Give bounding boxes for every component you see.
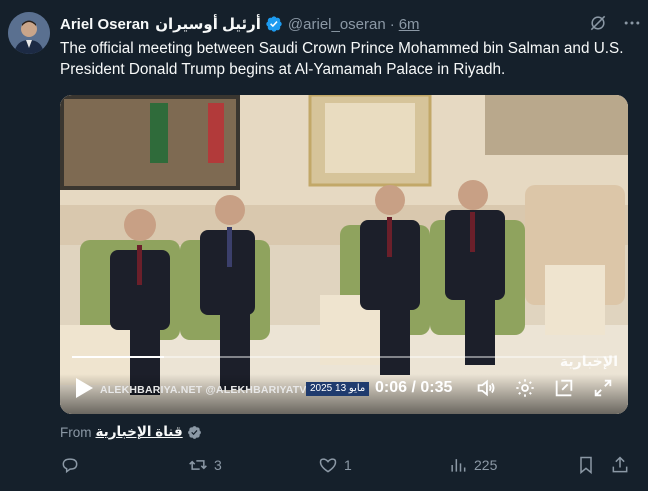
video-progress-bar[interactable] <box>72 356 616 358</box>
reply-icon <box>62 458 78 474</box>
avatar[interactable] <box>8 12 50 54</box>
fullscreen-icon[interactable] <box>592 377 614 399</box>
author-handle[interactable]: @ariel_oseran <box>288 16 386 33</box>
top-actions <box>588 13 642 33</box>
views-button[interactable]: 225 <box>448 455 497 475</box>
play-icon <box>76 378 93 398</box>
watermark-date: 2025 مايو 13 <box>306 382 370 396</box>
like-button[interactable]: 1 <box>318 455 352 475</box>
verified-badge-icon <box>265 15 283 33</box>
video-frame <box>60 95 628 414</box>
watermark-text: ALEKHBARIYA.NET @ALEKHBARIYATV <box>100 384 307 396</box>
bookmark-button[interactable] <box>576 455 596 475</box>
share-button[interactable] <box>610 455 630 475</box>
video-player[interactable]: الإخبارية ALEKHBARIYA.NET @ALEKHBARIYATV… <box>60 95 628 414</box>
video-time: 0:06 / 0:35 <box>375 379 452 397</box>
duration: 0:35 <box>420 379 453 396</box>
separator-dot: · <box>389 15 395 33</box>
volume-icon[interactable] <box>475 377 497 399</box>
retweet-icon <box>189 460 207 470</box>
grok-icon[interactable] <box>588 13 608 33</box>
retweet-button[interactable]: 3 <box>188 455 222 475</box>
views-count: 225 <box>474 457 498 473</box>
tweet-text: The official meeting between Saudi Crown… <box>60 40 624 78</box>
bookmark-icon <box>580 456 592 475</box>
channel-logo: الإخبارية <box>559 353 618 369</box>
current-time: 0:06 <box>375 379 408 396</box>
tweet-actions: 3 1 225 <box>60 455 636 479</box>
avatar-image <box>8 12 50 54</box>
views-chart-icon <box>451 459 466 472</box>
time-separator: / <box>411 379 416 396</box>
video-source: From قناة الإخبارية <box>60 424 202 440</box>
source-verified-icon <box>187 425 201 439</box>
video-progress-fill <box>72 356 165 358</box>
tweet-header: Ariel Oseran أرئيل أوسيران @ariel_oseran… <box>60 13 636 35</box>
settings-gear-icon[interactable] <box>514 377 536 399</box>
source-name[interactable]: قناة الإخبارية <box>96 424 183 440</box>
reply-button[interactable] <box>60 455 86 475</box>
play-button[interactable] <box>74 377 94 399</box>
heart-icon <box>319 458 337 473</box>
timestamp[interactable]: 6m <box>399 16 420 33</box>
pip-icon[interactable] <box>553 377 575 399</box>
retweet-count: 3 <box>214 457 222 473</box>
share-icon <box>612 456 628 473</box>
author-name[interactable]: Ariel Oseran <box>60 16 149 33</box>
like-count: 1 <box>344 457 352 473</box>
from-label: From <box>60 424 92 440</box>
author-arabic-name[interactable]: أرئيل أوسيران <box>155 15 261 33</box>
more-options-icon[interactable] <box>622 13 642 33</box>
